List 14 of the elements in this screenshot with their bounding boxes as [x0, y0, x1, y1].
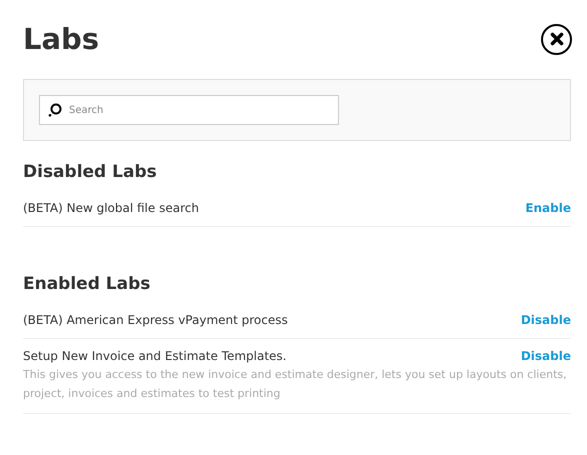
- search-icon: [48, 103, 62, 117]
- toggle-link[interactable]: Disable: [520, 348, 571, 364]
- lab-description: This gives you access to the new invoice and estimate designer, lets you set up layouts on clients, project, invoices and estimates to test printing: [23, 367, 568, 402]
- section-heading: Disabled Labs: [23, 161, 158, 183]
- toggle-link[interactable]: Enable: [525, 200, 571, 216]
- toggle-link[interactable]: Disable: [520, 312, 571, 328]
- lab-name: (BETA) New global file search: [23, 200, 199, 216]
- search-field[interactable]: Search: [39, 95, 339, 125]
- lab-name: (BETA) American Express vPayment process: [23, 312, 288, 328]
- close-button[interactable]: [541, 24, 572, 54]
- page-title: Labs: [23, 24, 100, 54]
- lab-name: Setup New Invoice and Estimate Templates.: [23, 348, 286, 364]
- close-icon: [550, 32, 564, 46]
- section-heading: Enabled Labs: [23, 273, 152, 295]
